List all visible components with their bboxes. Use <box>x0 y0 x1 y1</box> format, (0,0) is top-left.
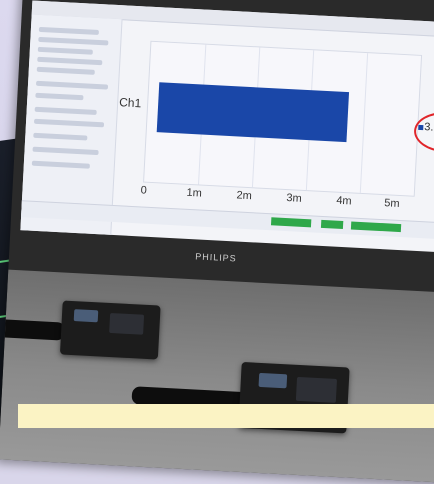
x-tick: 0 <box>140 184 148 197</box>
x-tick: 4m <box>336 194 352 208</box>
x-tick: 1m <box>186 186 203 200</box>
x-tick: 3m <box>286 192 302 205</box>
x-tick: 2m <box>236 189 253 203</box>
monitor-brand-logo: PHILIPS <box>194 251 237 264</box>
channel-label: Ch1 <box>118 95 142 111</box>
x-tick: 5m <box>383 197 400 210</box>
measurement-bar <box>156 82 350 143</box>
value-marker-icon <box>418 124 424 131</box>
yellow-paper-strip <box>18 404 434 428</box>
bar-plot-area <box>143 40 423 197</box>
displayed-value: 3.998 <box>424 121 434 135</box>
desk-surface <box>0 269 434 484</box>
sensor-device <box>59 300 161 360</box>
cable <box>0 318 66 341</box>
